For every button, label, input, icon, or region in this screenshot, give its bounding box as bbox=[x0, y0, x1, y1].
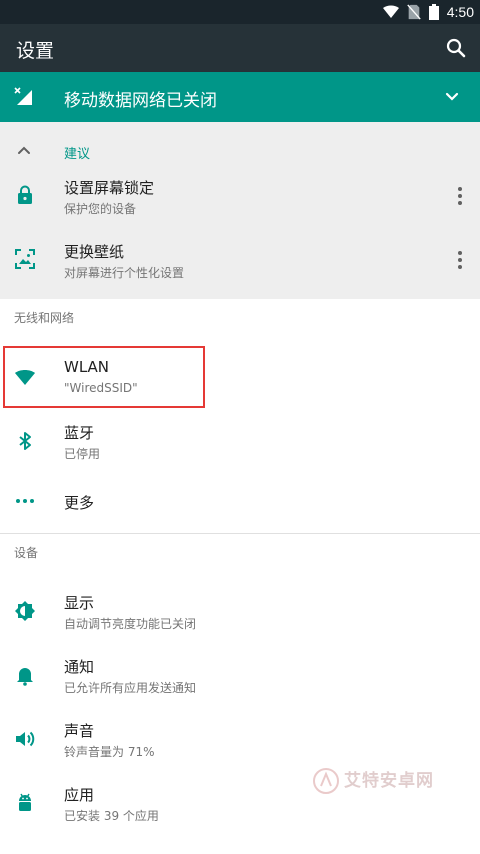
settings-item-title: 应用 bbox=[64, 786, 95, 804]
suggestion-title: 设置屏幕锁定 bbox=[64, 179, 155, 197]
suggestions-title: 建议 bbox=[64, 147, 91, 162]
bluetooth-icon bbox=[19, 432, 31, 450]
app-bar: 设置 bbox=[0, 24, 480, 72]
suggestion-title: 更换壁纸 bbox=[64, 243, 125, 261]
banner-text: 移动数据网络已关闭 bbox=[64, 91, 217, 111]
search-icon[interactable] bbox=[444, 36, 468, 60]
highlight-box bbox=[3, 346, 205, 408]
wifi-signal-icon bbox=[382, 5, 399, 18]
section-label-device: 设备 bbox=[14, 546, 39, 560]
settings-item-subtitle: 已允许所有应用发送通知 bbox=[64, 681, 197, 695]
page-title: 设置 bbox=[16, 40, 55, 62]
suggestions-panel: 建议 设置屏幕锁定 保护您的设备 更换壁纸 对屏幕进行个性化设置 bbox=[0, 122, 480, 299]
bell-icon bbox=[17, 668, 33, 686]
mobile-data-off-icon bbox=[14, 87, 32, 105]
more-vert-icon[interactable] bbox=[450, 184, 470, 208]
settings-item-bluetooth[interactable]: 蓝牙 已停用 bbox=[0, 410, 480, 474]
suggestion-subtitle: 对屏幕进行个性化设置 bbox=[64, 266, 185, 280]
wallpaper-icon bbox=[15, 249, 35, 269]
settings-item-subtitle: 已停用 bbox=[64, 447, 101, 461]
suggestion-subtitle: 保护您的设备 bbox=[64, 202, 137, 216]
watermark-logo-icon bbox=[313, 768, 339, 794]
android-icon bbox=[19, 793, 31, 811]
chevron-up-icon[interactable] bbox=[14, 141, 34, 161]
suggestion-wallpaper[interactable]: 更换壁纸 对屏幕进行个性化设置 bbox=[0, 228, 480, 292]
section-divider bbox=[0, 533, 480, 534]
lock-icon bbox=[18, 185, 32, 204]
no-sim-icon bbox=[407, 4, 421, 20]
settings-item-title: 更多 bbox=[64, 494, 95, 512]
settings-item-title: 通知 bbox=[64, 658, 95, 676]
watermark: 艾特安卓网 bbox=[312, 764, 462, 798]
settings-item-notifications[interactable]: 通知 已允许所有应用发送通知 bbox=[0, 644, 480, 708]
status-time: 4:50 bbox=[446, 4, 474, 20]
settings-item-sound[interactable]: 声音 铃声音量为 71% bbox=[0, 708, 480, 772]
mobile-data-banner[interactable]: 移动数据网络已关闭 bbox=[0, 72, 480, 122]
settings-item-title: 蓝牙 bbox=[64, 424, 95, 442]
chevron-down-icon[interactable] bbox=[440, 85, 464, 109]
section-label-wireless: 无线和网络 bbox=[14, 311, 75, 325]
settings-item-subtitle: 自动调节亮度功能已关闭 bbox=[64, 617, 197, 631]
settings-item-title: 显示 bbox=[64, 594, 95, 612]
settings-item-display[interactable]: 显示 自动调节亮度功能已关闭 bbox=[0, 580, 480, 644]
settings-item-more[interactable]: 更多 bbox=[0, 470, 480, 534]
volume-icon bbox=[16, 731, 35, 747]
suggestion-screen-lock[interactable]: 设置屏幕锁定 保护您的设备 bbox=[0, 164, 480, 228]
settings-item-subtitle: 已安装 39 个应用 bbox=[64, 809, 159, 823]
settings-item-title: 声音 bbox=[64, 722, 95, 740]
more-vert-icon[interactable] bbox=[450, 248, 470, 272]
more-horiz-icon bbox=[16, 499, 34, 503]
status-bar: 4:50 bbox=[0, 0, 480, 24]
settings-item-subtitle: 铃声音量为 71% bbox=[64, 745, 155, 759]
watermark-text: 艾特安卓网 bbox=[344, 771, 434, 791]
battery-icon bbox=[428, 4, 439, 20]
brightness-icon bbox=[15, 601, 35, 621]
